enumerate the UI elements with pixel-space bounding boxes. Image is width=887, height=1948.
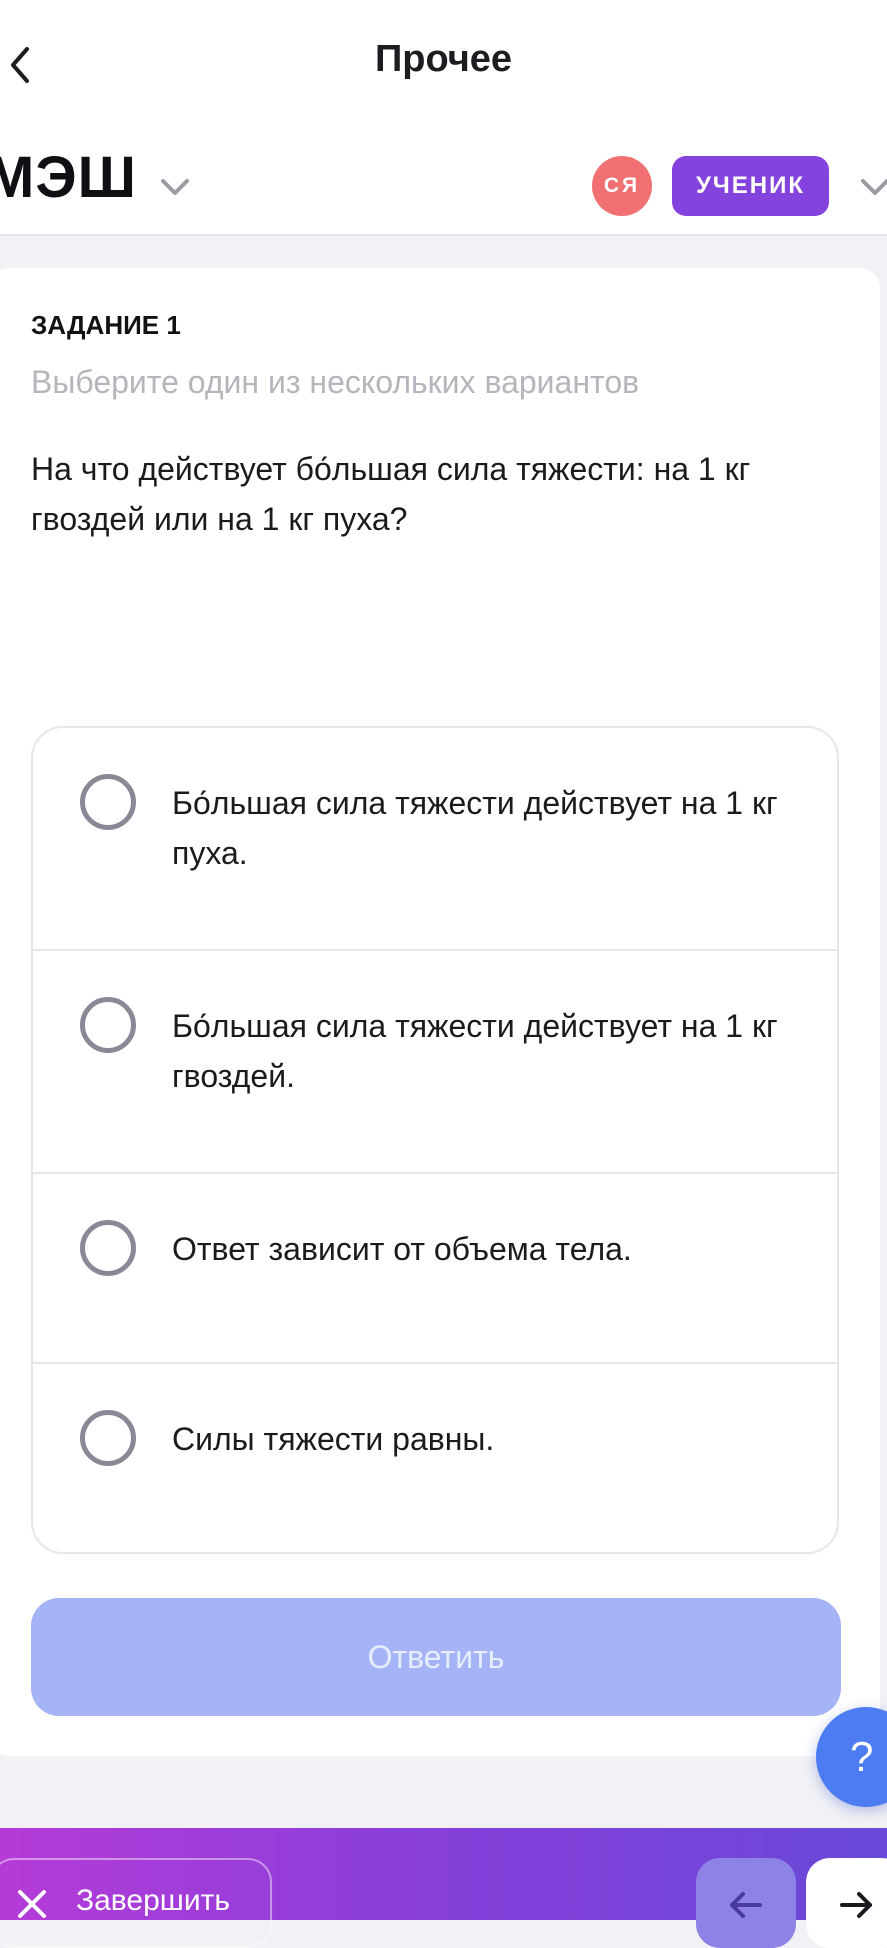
answer-option-label: Бо́льшая сила тяжести действует на 1 кг … — [172, 785, 778, 871]
next-task-button[interactable] — [806, 1858, 887, 1948]
role-badge[interactable]: УЧЕНИК — [672, 156, 829, 216]
answer-option[interactable]: Силы тяжести равны. — [33, 1364, 837, 1552]
previous-task-button[interactable] — [696, 1858, 796, 1948]
arrow-left-icon — [730, 1892, 762, 1918]
brand-bar: МЭШ СЯ УЧЕНИК — [0, 130, 887, 236]
answer-options: Бо́льшая сила тяжести действует на 1 кг … — [31, 726, 839, 1554]
avatar[interactable]: СЯ — [592, 156, 652, 216]
question-text: На что действует бо́льшая сила тяжести: … — [31, 451, 751, 537]
answer-option[interactable]: Бо́льшая сила тяжести действует на 1 кг … — [33, 951, 837, 1174]
question-icon: ? — [850, 1733, 874, 1780]
arrow-right-icon — [840, 1892, 872, 1918]
close-icon — [18, 1890, 46, 1918]
top-nav: Прочее — [0, 0, 887, 130]
task-instruction: Выберите один из нескольких вариантов — [31, 364, 640, 400]
answer-option[interactable]: Бо́льшая сила тяжести действует на 1 кг … — [33, 728, 837, 951]
radio-button[interactable] — [80, 1220, 136, 1276]
task-number: ЗАДАНИЕ 1 — [31, 310, 181, 340]
answer-option[interactable]: Ответ зависит от объема тела. — [33, 1174, 837, 1364]
submit-button[interactable]: Ответить — [31, 1598, 841, 1716]
finish-button-label: Завершить — [76, 1884, 230, 1917]
chevron-down-icon[interactable] — [158, 170, 192, 204]
radio-button[interactable] — [80, 1410, 136, 1466]
answer-option-label: Силы тяжести равны. — [172, 1421, 495, 1457]
bottom-action-bar: Завершить — [0, 1828, 887, 1948]
task-card: ЗАДАНИЕ 1 Выберите один из нескольких ва… — [0, 268, 880, 1756]
chevron-down-icon[interactable] — [858, 170, 887, 204]
page-title: Прочее — [374, 38, 513, 80]
app-logo[interactable]: МЭШ — [0, 144, 137, 211]
radio-button[interactable] — [80, 774, 136, 830]
answer-option-label: Бо́льшая сила тяжести действует на 1 кг … — [172, 1008, 778, 1094]
answer-option-label: Ответ зависит от объема тела. — [172, 1231, 632, 1267]
finish-button[interactable]: Завершить — [0, 1858, 272, 1948]
radio-button[interactable] — [80, 997, 136, 1053]
